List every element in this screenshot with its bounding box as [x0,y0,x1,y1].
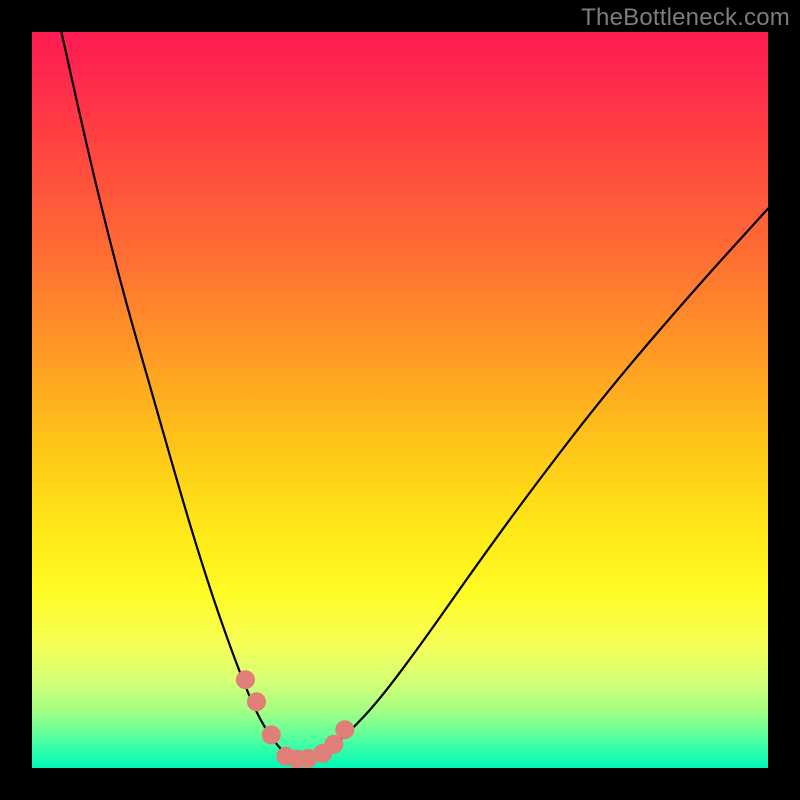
marker-point [325,735,343,753]
marker-point [248,693,266,711]
chart-frame: TheBottleneck.com [0,0,800,800]
bottleneck-curve [61,32,768,759]
marker-group [236,671,353,768]
plot-area [32,32,768,768]
marker-point [236,671,254,689]
marker-point [262,726,280,744]
marker-point [336,721,354,739]
curve-layer [32,32,768,768]
watermark-text: TheBottleneck.com [581,4,790,32]
